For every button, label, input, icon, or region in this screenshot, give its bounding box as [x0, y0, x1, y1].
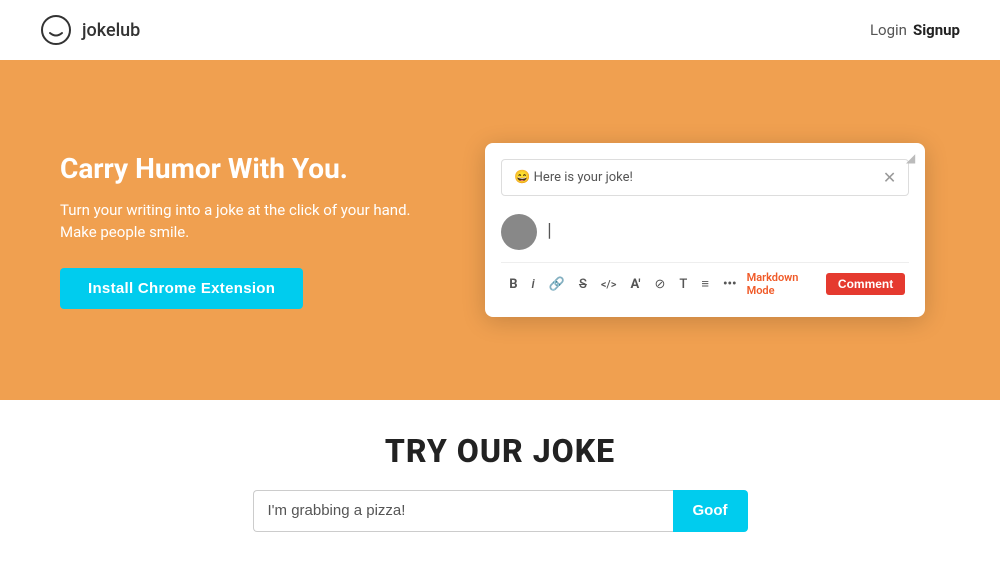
link-button[interactable]: 🔗	[545, 275, 569, 294]
tooltip-text: 😄 Here is your joke!	[514, 170, 633, 185]
goof-button[interactable]: Goof	[673, 490, 748, 532]
try-joke-title: TRY OUR JOKE	[385, 432, 615, 470]
mockup-text-area: |	[501, 206, 909, 263]
hero-title: Carry Humor With You.	[60, 152, 411, 185]
cursor-icon: |	[547, 220, 551, 241]
login-link[interactable]: Login	[870, 21, 907, 39]
list-button[interactable]: ≡	[697, 274, 713, 294]
more-options-button[interactable]: •••	[719, 275, 741, 294]
header: jokelub Login Signup	[0, 0, 1000, 60]
code-button[interactable]: </>	[597, 276, 621, 293]
mockup-toolbar: B i 🔗 S </> A' ⊘ T ≡ ••• Markdown Mode C…	[501, 263, 909, 301]
markdown-mode-button[interactable]: Markdown Mode	[747, 271, 820, 297]
joke-input[interactable]	[253, 490, 673, 532]
text-format-button[interactable]: T	[675, 275, 691, 294]
close-icon[interactable]: ✕	[883, 168, 896, 187]
italic-button[interactable]: i	[528, 275, 539, 294]
comment-button[interactable]: Comment	[826, 273, 905, 295]
font-button[interactable]: A'	[626, 275, 644, 294]
emoji-button[interactable]: ⊘	[651, 275, 670, 294]
signup-link[interactable]: Signup	[913, 21, 960, 39]
hero-section: Carry Humor With You. Turn your writing …	[0, 60, 1000, 400]
install-chrome-extension-button[interactable]: Install Chrome Extension	[60, 268, 303, 309]
logo-icon	[40, 14, 72, 46]
mockup-window-inner: ◢ 😄 Here is your joke! ✕ | B i 🔗 S	[485, 143, 925, 317]
resize-handle-icon: ◢	[906, 151, 915, 165]
strikethrough-button[interactable]: S	[575, 275, 591, 294]
logo-text: jokelub	[82, 20, 140, 41]
bold-button[interactable]: B	[505, 275, 521, 294]
hero-mockup: ◢ 😄 Here is your joke! ✕ | B i 🔗 S	[471, 143, 940, 317]
mockup-inner: 😄 Here is your joke! ✕ | B i 🔗 S </> A'	[485, 143, 925, 317]
logo-area: jokelub	[40, 14, 140, 46]
nav-links: Login Signup	[870, 21, 960, 39]
mockup-window: ◢ 😄 Here is your joke! ✕ | B i 🔗 S	[485, 143, 925, 317]
hero-content: Carry Humor With You. Turn your writing …	[60, 152, 411, 309]
bottom-section: TRY OUR JOKE Goof	[0, 400, 1000, 563]
hero-subtitle: Turn your writing into a joke at the cli…	[60, 199, 411, 244]
mockup-tooltip: 😄 Here is your joke! ✕	[501, 159, 909, 196]
joke-input-row: Goof	[253, 490, 748, 532]
avatar	[501, 214, 537, 250]
